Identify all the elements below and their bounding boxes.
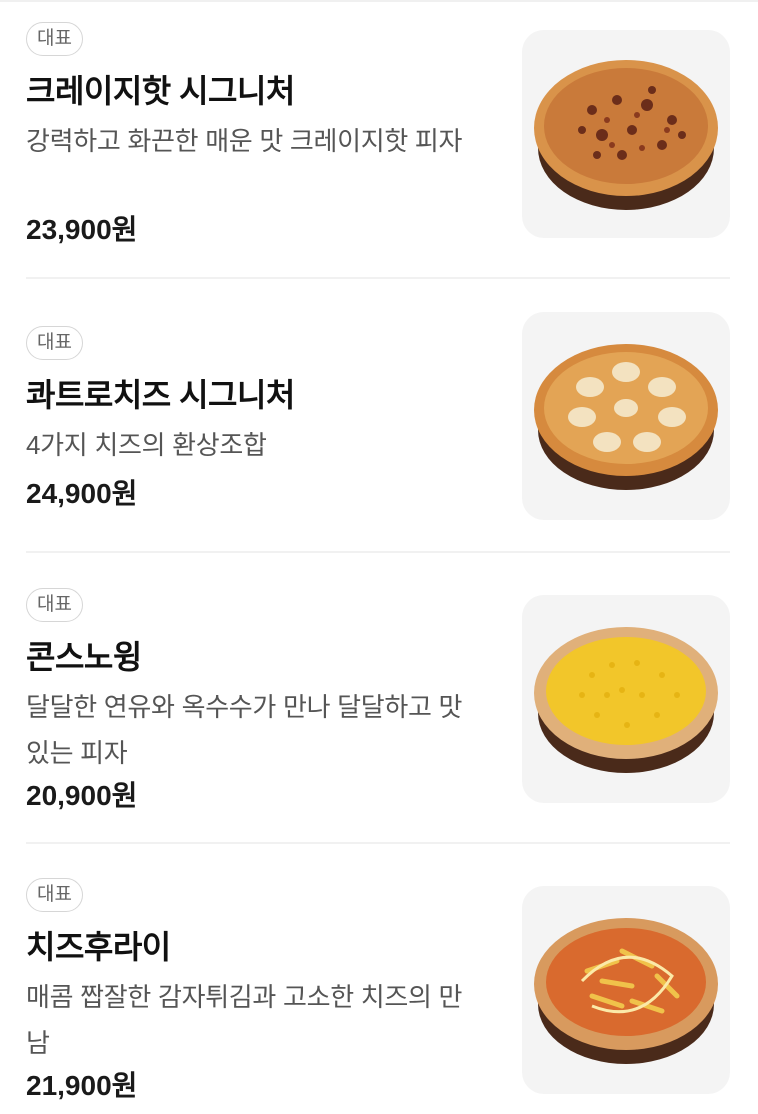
pizza-cheese-image[interactable] — [522, 312, 730, 520]
menu-item-description: 매콤 짭잘한 감자튀김과 고소한 치즈의 만남 — [26, 982, 463, 1058]
top-divider — [0, 0, 758, 2]
menu-item-corn-snowing[interactable]: 대표 콘스노윙 달달한 연유와 옥수수가 만나 달달하고 맛있는 피자 20,9… — [26, 588, 730, 828]
menu-item-cheese-fry[interactable]: 대표 치즈후라이 매콤 짭잘한 감자튀김과 고소한 치즈의 만남 21,900원 — [26, 878, 730, 1108]
item-divider — [26, 277, 730, 279]
menu-item-description: 달달한 연유와 옥수수가 만나 달달하고 맛있는 피자 — [26, 692, 463, 768]
menu-item-name: 콰트로치즈 시그니처 — [26, 377, 295, 413]
menu-item-price: 24,900원 — [26, 478, 138, 509]
item-divider — [26, 551, 730, 553]
menu-item-price: 23,900원 — [26, 214, 138, 245]
menu-item-name: 콘스노윙 — [26, 639, 142, 675]
menu-item-description: 4가지 치즈의 환상조합 — [26, 430, 267, 460]
signature-badge: 대표 — [26, 588, 83, 622]
menu-item-name: 크레이지핫 시그니처 — [26, 73, 295, 109]
pizza-fries-image[interactable] — [522, 886, 730, 1094]
signature-badge: 대표 — [26, 326, 83, 360]
pizza-meat-image[interactable] — [522, 30, 730, 238]
menu-item-description: 강력하고 화끈한 매운 맛 크레이지핫 피자 — [26, 126, 463, 156]
menu-item-price: 20,900원 — [26, 780, 138, 811]
pizza-corn-image[interactable] — [522, 595, 730, 803]
signature-badge: 대표 — [26, 878, 83, 912]
menu-item-price: 21,900원 — [26, 1070, 138, 1101]
menu-item-quattro-cheese[interactable]: 대표 콰트로치즈 시그니처 4가지 치즈의 환상조합 24,900원 — [26, 312, 730, 526]
item-divider — [26, 842, 730, 844]
menu-item-name: 치즈후라이 — [26, 929, 171, 965]
menu-item-crazy-hot[interactable]: 대표 크레이지핫 시그니처 강력하고 화끈한 매운 맛 크레이지핫 피자 23,… — [26, 22, 730, 262]
signature-badge: 대표 — [26, 22, 83, 56]
